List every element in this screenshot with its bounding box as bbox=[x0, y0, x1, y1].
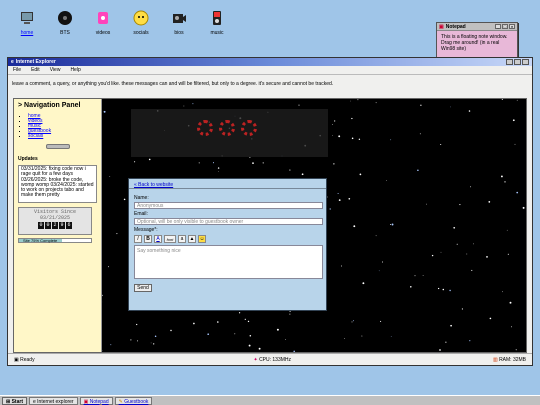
desktop-icon-bios[interactable]: bios bbox=[162, 10, 196, 36]
nav-panel-title: > Navigation Panel bbox=[18, 102, 81, 109]
guestbook-form: « Back to website Name: Anonymous Email:… bbox=[128, 178, 327, 311]
font-button[interactable]: font bbox=[164, 235, 176, 243]
close-button[interactable]: × bbox=[509, 24, 515, 29]
name-input[interactable]: Anonymous bbox=[134, 202, 323, 209]
desktop-icon-music[interactable]: music bbox=[200, 10, 234, 36]
navigation-panel: > Navigation Panel home videos music gue… bbox=[14, 99, 102, 352]
back-to-website-link[interactable]: « Back to website bbox=[134, 182, 173, 188]
updates-heading: Updates bbox=[18, 156, 38, 162]
donut-icon bbox=[219, 120, 235, 136]
start-button[interactable]: ⊞ Start bbox=[2, 396, 27, 405]
back-link-bar: « Back to website bbox=[129, 179, 326, 189]
color-button[interactable]: A bbox=[154, 235, 162, 243]
minimize-button[interactable] bbox=[506, 59, 513, 65]
desktop-icon-videos[interactable]: videos bbox=[86, 10, 120, 36]
gear-icon bbox=[58, 11, 72, 25]
menu-bar: File Edit View Help bbox=[8, 66, 532, 75]
name-label: Name: bbox=[134, 195, 149, 201]
counter-digit: 0 bbox=[45, 222, 51, 229]
desktop-icon-bts[interactable]: BTS bbox=[48, 10, 82, 36]
nav-link-socials[interactable]: socials bbox=[28, 133, 43, 139]
intro-message: leave a comment, a query, or anything yo… bbox=[12, 81, 334, 87]
counter-digit: 0 bbox=[38, 222, 44, 229]
menu-file[interactable]: File bbox=[13, 67, 21, 73]
site-progress: Site 75% Complete bbox=[18, 238, 97, 243]
counter-digit: 6 bbox=[66, 222, 72, 229]
bold-button[interactable]: B bbox=[144, 235, 152, 243]
donut-icon bbox=[241, 120, 257, 136]
updates-box[interactable]: 03/31/2025: fixing code now i rage quit … bbox=[18, 165, 97, 203]
italic-button[interactable]: I bbox=[134, 235, 142, 243]
browser-window: e Internet Explorer File Edit View Help … bbox=[7, 57, 533, 366]
computer-icon bbox=[21, 12, 33, 24]
desktop-icon-label: BTS bbox=[60, 30, 70, 36]
progress-label: Site 75% Complete bbox=[23, 238, 58, 243]
notepad-title: Notepad bbox=[445, 23, 466, 30]
email-input[interactable]: Optional, will be only visible to guestb… bbox=[134, 218, 323, 225]
maximize-button[interactable]: □ bbox=[502, 24, 508, 29]
desktop-icon-home[interactable]: home bbox=[10, 10, 44, 36]
decorative-banner bbox=[131, 109, 328, 157]
donut-icon bbox=[197, 120, 213, 136]
message-label: Message*: bbox=[134, 227, 158, 233]
maximize-button[interactable] bbox=[514, 59, 521, 65]
status-cpu: ✦ CPU: 133MHz bbox=[253, 356, 292, 363]
email-label: Email: bbox=[134, 211, 148, 217]
menu-view[interactable]: View bbox=[50, 67, 61, 73]
page-content: > Navigation Panel home videos music gue… bbox=[13, 98, 527, 353]
film-camera-icon bbox=[173, 14, 186, 23]
notepad-text: This is a floating note window. Drag me … bbox=[441, 34, 508, 52]
message-textarea[interactable]: Say something nice bbox=[134, 245, 323, 279]
link-button[interactable]: a bbox=[178, 235, 186, 243]
desktop-icon-label: videos bbox=[95, 30, 111, 36]
ie-icon: e bbox=[11, 59, 14, 65]
task-internet-explorer[interactable]: e Internet explorer bbox=[29, 396, 78, 405]
desktop-icon-label: socials bbox=[133, 30, 149, 36]
send-button[interactable]: Send bbox=[134, 284, 152, 292]
format-toolbar: I B A font a ▲ ☺ bbox=[134, 235, 321, 243]
browser-title: Internet Explorer bbox=[15, 59, 56, 65]
nav-pill-button[interactable] bbox=[46, 144, 70, 149]
menu-help[interactable]: Help bbox=[70, 67, 80, 73]
menu-edit[interactable]: Edit bbox=[31, 67, 40, 73]
notepad-window[interactable]: ▣ Notepad _ □ × This is a floating note … bbox=[436, 22, 518, 59]
progress-bar: Site 75% Complete bbox=[18, 238, 92, 243]
taskbar: ⊞ Start e Internet explorer ▣ Notepad ✎ … bbox=[0, 395, 540, 405]
minimize-button[interactable]: _ bbox=[495, 24, 501, 29]
notepad-icon: ▣ bbox=[439, 23, 444, 30]
image-icon[interactable]: ▲ bbox=[188, 235, 196, 243]
task-guestbook[interactable]: ✎ Guestbook bbox=[114, 396, 153, 405]
counter-digit: 2 bbox=[52, 222, 58, 229]
desktop-icon-label: home bbox=[20, 30, 34, 36]
cassette-icon bbox=[98, 12, 108, 24]
counter-date: 03/21/2025 bbox=[39, 215, 70, 221]
desktop-icon-label: music bbox=[210, 30, 224, 36]
smiley-icon bbox=[133, 10, 149, 26]
status-ram: ▥ RAM: 32MB bbox=[492, 356, 527, 363]
task-notepad[interactable]: ▣ Notepad bbox=[79, 396, 113, 405]
counter-digit: 9 bbox=[59, 222, 65, 229]
emoji-button[interactable]: ☺ bbox=[198, 235, 206, 243]
visitor-counter: Visitors Since 03/21/2025 0 0 2 9 6 bbox=[18, 207, 92, 235]
status-ready: ▣ Ready bbox=[14, 356, 35, 363]
notepad-titlebar[interactable]: ▣ Notepad _ □ × bbox=[437, 23, 517, 31]
status-bar: ▣ Ready ✦ CPU: 133MHz ▥ RAM: 32MB bbox=[8, 353, 532, 365]
desktop-icon-label: bios bbox=[174, 30, 184, 36]
desktop-icon-socials[interactable]: socials bbox=[124, 10, 158, 36]
browser-titlebar[interactable]: e Internet Explorer bbox=[8, 58, 532, 66]
ipod-icon bbox=[213, 11, 221, 25]
close-button[interactable] bbox=[522, 59, 529, 65]
